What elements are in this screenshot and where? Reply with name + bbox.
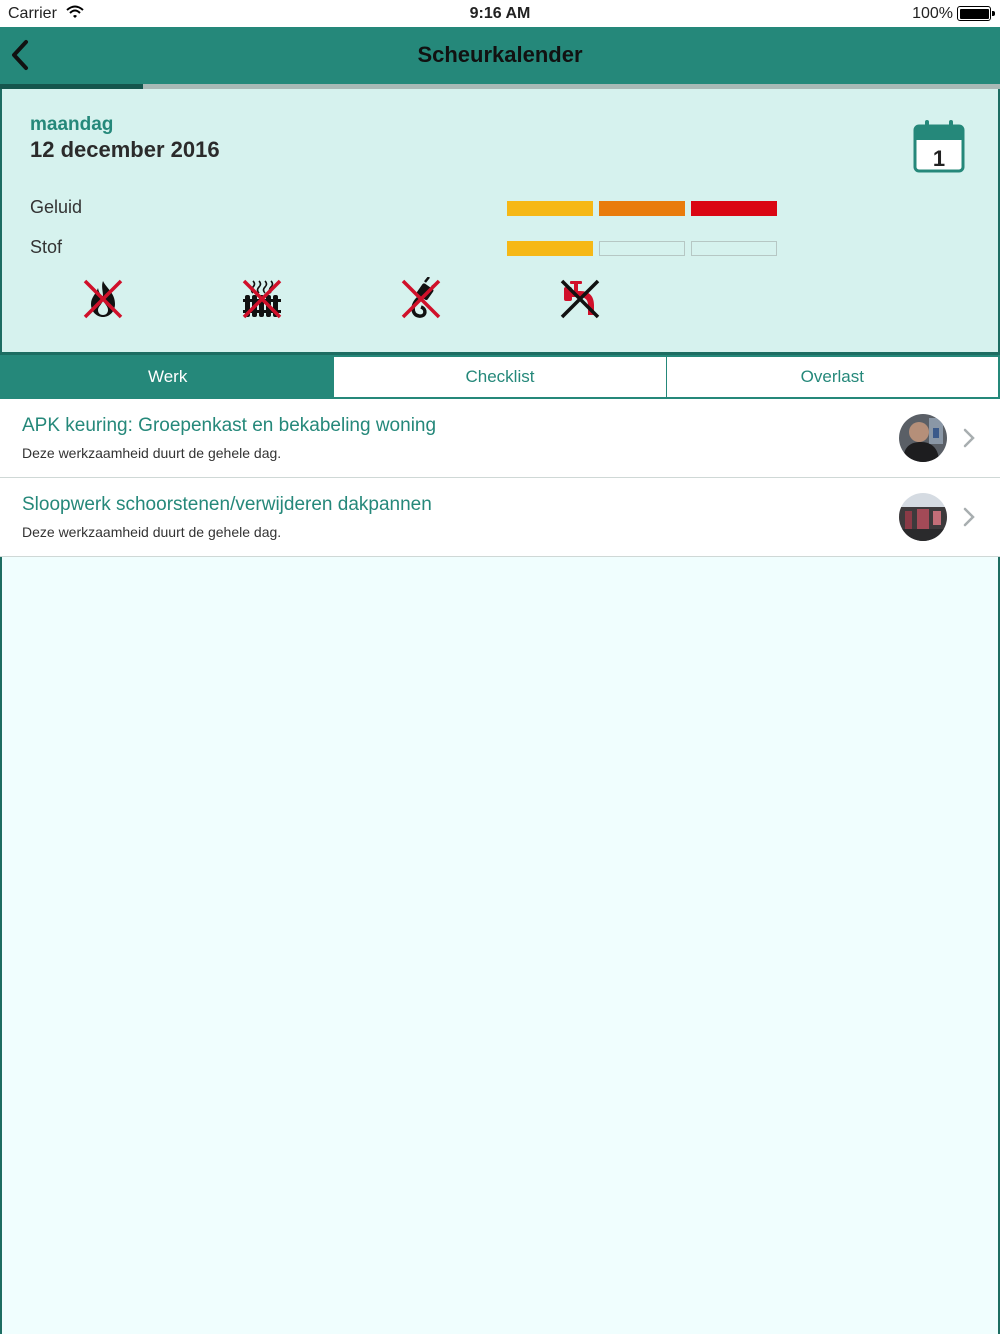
chevron-right-icon[interactable]: [962, 428, 976, 448]
avatar: [899, 414, 947, 462]
tab-checklist[interactable]: Checklist: [333, 357, 665, 397]
tab-overlast[interactable]: Overlast: [665, 357, 998, 397]
avatar: [899, 493, 947, 541]
left-border: [0, 557, 2, 1334]
task-title: Sloopwerk schoorstenen/verwijderen dakpa…: [22, 494, 432, 515]
clock: 9:16 AM: [469, 5, 531, 22]
task-list: APK keuring: Groepenkast en bekabeling w…: [0, 399, 1000, 557]
level-bar: [691, 241, 777, 256]
metric-label-stof: Stof: [30, 237, 63, 257]
calendar-badge: 1: [933, 146, 945, 171]
level-bar: [507, 201, 593, 216]
level-bar: [507, 241, 593, 256]
no-heating-icon: [242, 279, 282, 319]
no-water-icon: [560, 279, 600, 319]
stof-level-bars: [507, 241, 777, 256]
no-power-icon: [401, 277, 441, 319]
metric-label-geluid: Geluid: [30, 197, 83, 217]
task-title: APK keuring: Groepenkast en bekabeling w…: [22, 415, 437, 436]
tab-werk[interactable]: Werk: [2, 357, 334, 397]
calendar-icon[interactable]: 1: [911, 119, 967, 175]
segmented-tabs: Werk Checklist Overlast: [0, 355, 1000, 399]
task-subtitle: Deze werkzaamheid duurt de gehele dag.: [22, 524, 282, 540]
battery-icon: [957, 6, 995, 21]
level-bar: [599, 241, 685, 256]
task-row[interactable]: APK keuring: Groepenkast en bekabeling w…: [0, 399, 1000, 478]
navigation-bar: Scheurkalender: [0, 27, 1000, 84]
battery-percentage: 100%: [912, 5, 953, 22]
level-bar: [599, 201, 685, 216]
status-bar: Carrier 9:16 AM 100%: [0, 0, 1000, 27]
level-bar: [691, 201, 777, 216]
chevron-right-icon[interactable]: [962, 507, 976, 527]
weekday-label: maandag: [30, 114, 114, 135]
geluid-level-bars: [507, 201, 777, 216]
task-row[interactable]: Sloopwerk schoorstenen/verwijderen dakpa…: [0, 478, 1000, 557]
no-fire-icon: [83, 279, 123, 319]
date-label: 12 december 2016: [30, 137, 220, 162]
page-title: Scheurkalender: [417, 42, 583, 67]
day-panel: maandag 12 december 2016 1 Geluid Stof: [0, 89, 1000, 355]
task-subtitle: Deze werkzaamheid duurt de gehele dag.: [22, 445, 282, 461]
